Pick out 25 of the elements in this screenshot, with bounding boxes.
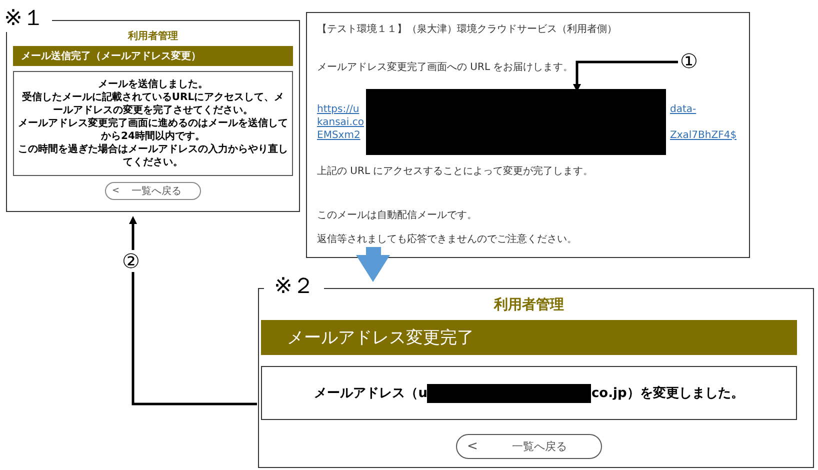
heading-bar: メールアドレス変更完了 — [261, 320, 797, 355]
message-text: この時間を過ぎた場合はメールアドレスの入力からやり直してください。 — [18, 143, 288, 169]
url-link[interactable]: kansai.co — [317, 116, 364, 128]
back-button[interactable]: < 一覧へ戻る — [105, 182, 201, 200]
url-link[interactable]: data- — [670, 102, 737, 116]
email-text: 上記の URL にアクセスすることによって変更が完了します。 — [317, 165, 594, 179]
message-text: メールアドレス変更完了画面に進めるのはメールを送信してから24時間以内です。 — [18, 117, 288, 143]
message-text: メールを送信しました。 — [97, 78, 209, 91]
callout-number: ② — [122, 250, 140, 272]
down-arrow-icon — [356, 247, 390, 282]
email-text: このメールは自動配信メールです。 — [317, 209, 478, 223]
email-subject: 【テスト環境１１】（泉大津）環境クラウドサービス（利用者側） — [317, 23, 618, 37]
app-title: 利用者管理 — [126, 30, 179, 43]
message-text: co.jp）を変更しました。 — [591, 384, 744, 402]
note-label: ※１ — [4, 6, 52, 32]
url-link[interactable]: EMSxm2 — [317, 128, 364, 142]
url-link[interactable]: https://u — [317, 102, 364, 116]
message-text: メールアドレス（u — [314, 385, 428, 402]
app-title: 利用者管理 — [492, 296, 565, 314]
email-text: 返信等されましても応答できませんのでご注意ください。 — [317, 233, 578, 247]
message-text: 受信したメールに記載されているURLにアクセスして、メールアドレスの変更を完了させてください。 — [20, 91, 286, 117]
back-button[interactable]: < 一覧へ戻る — [456, 434, 602, 459]
heading-bar: メール送信完了（メールアドレス変更） — [13, 46, 293, 66]
url-link[interactable]: Zxal7BhZF4$ — [670, 128, 737, 142]
email-text: メールアドレス変更完了画面への URL をお届けします。 — [317, 61, 574, 75]
